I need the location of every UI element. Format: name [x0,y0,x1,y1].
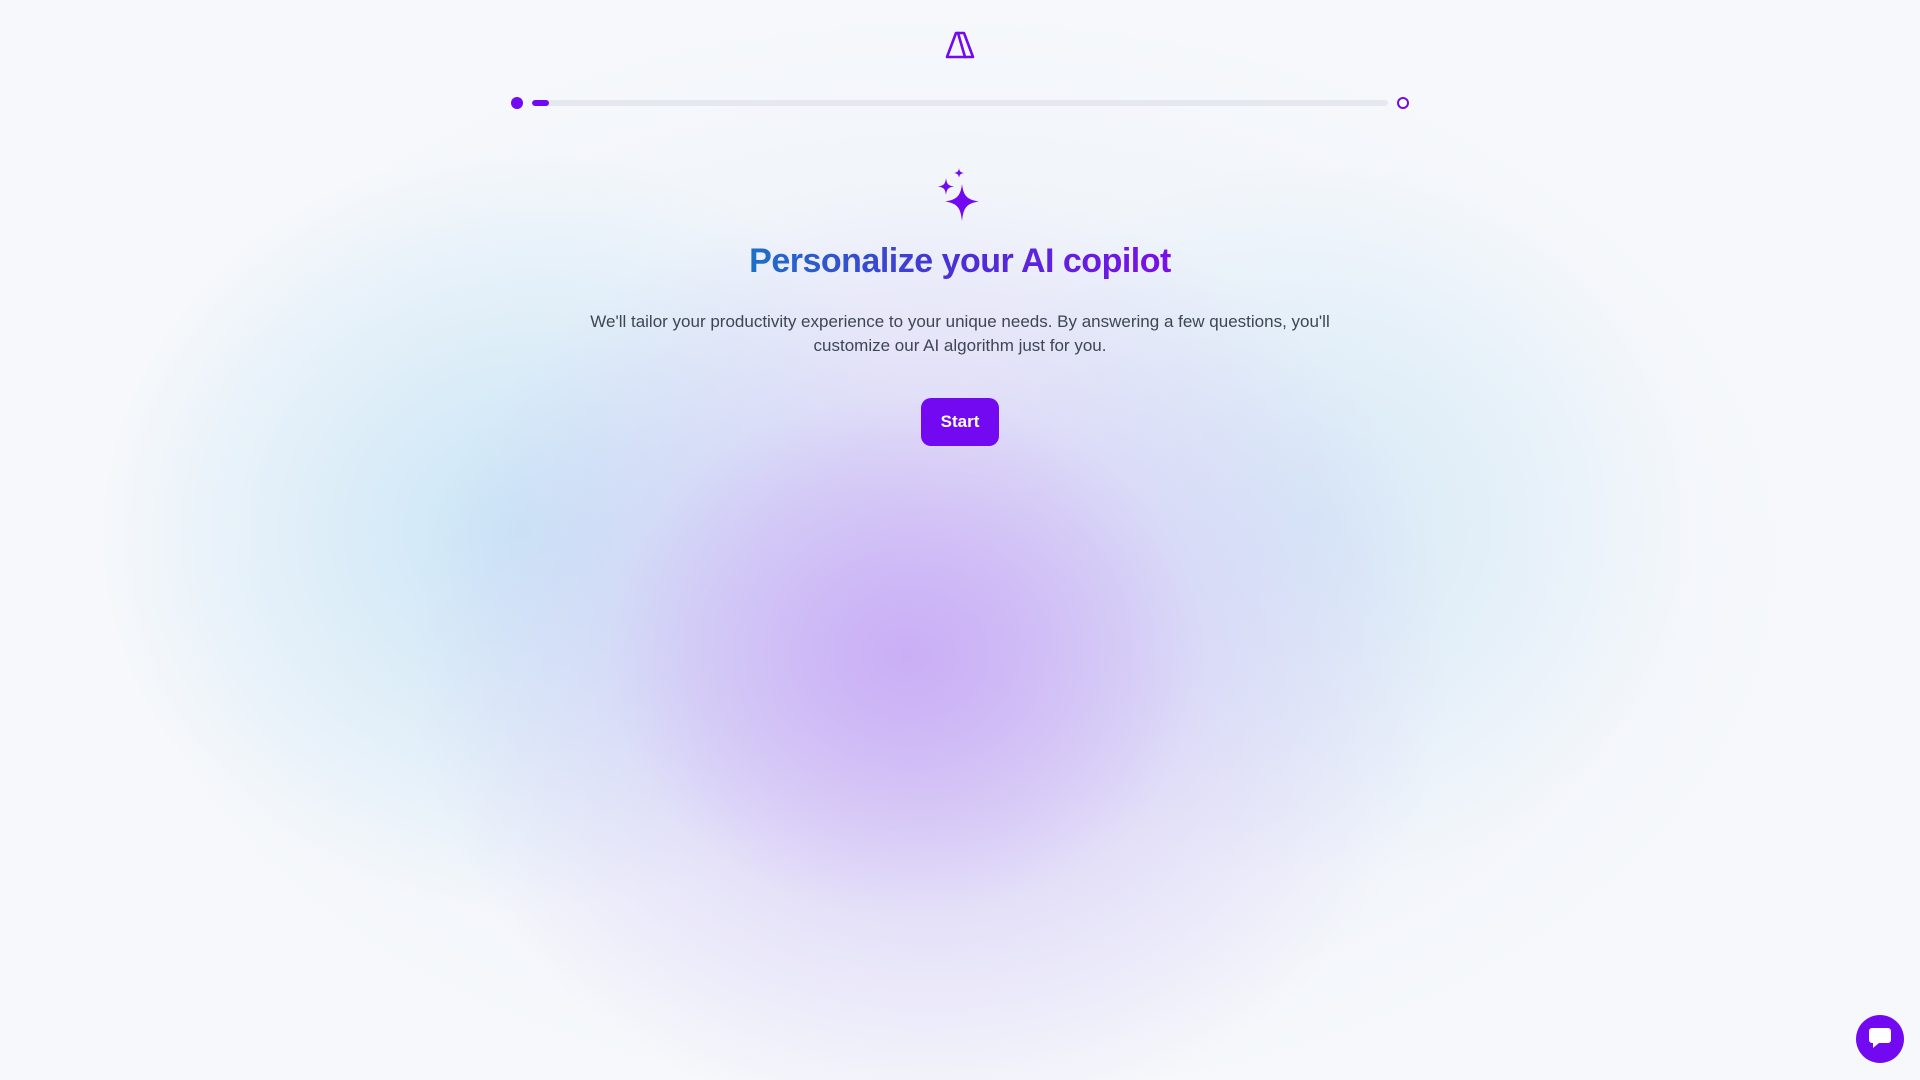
chat-bubble-icon [1866,1023,1894,1056]
progress-end-ring [1397,97,1409,109]
page-title-text: Personalize your AI copilot [749,242,1171,280]
brand-logo-icon [945,30,975,60]
start-button[interactable]: Start [921,398,999,446]
progress-start-dot [511,97,523,109]
progress-track [532,100,1388,106]
progress-fill [532,100,550,106]
background-gradient [0,0,1920,1080]
chat-launcher-button[interactable] [1856,1015,1904,1063]
sparkles-icon [937,167,983,223]
onboarding-progress [511,96,1409,110]
page-title: Personalize your AI copilot [0,242,1920,281]
page-subtitle: We'll tailor your productivity experienc… [590,312,1330,355]
